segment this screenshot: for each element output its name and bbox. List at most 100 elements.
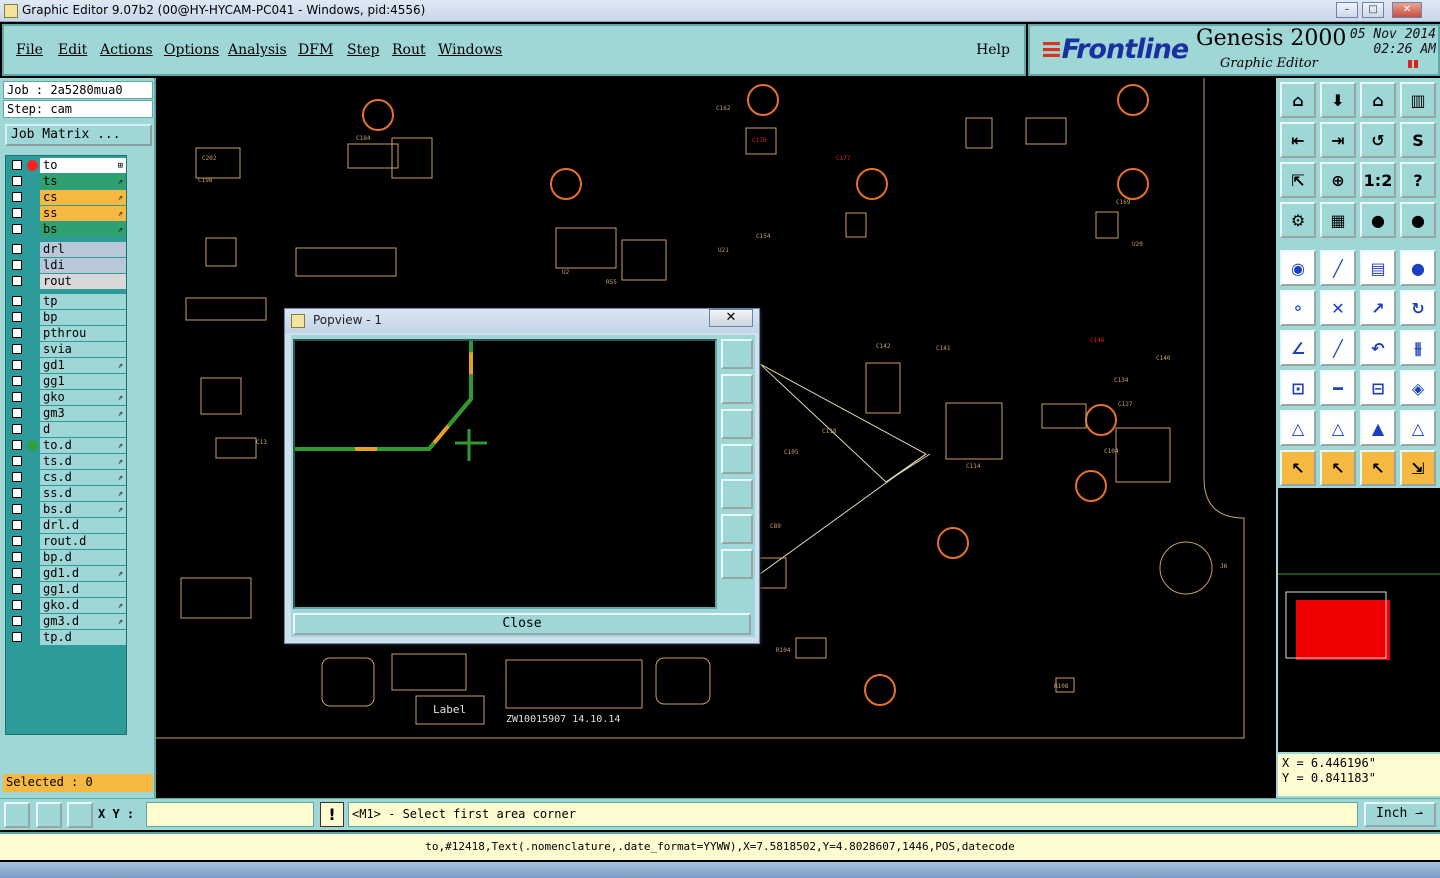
layer-row-drl[interactable]: drl	[9, 242, 126, 257]
popview-zoom-out-icon[interactable]	[721, 549, 753, 579]
layer-name[interactable]: gko ⇗	[40, 390, 126, 405]
scale-icon[interactable]: 1:2	[1360, 162, 1396, 198]
menu-windows[interactable]: Windows	[438, 42, 502, 58]
maximize-button[interactable]: □	[1362, 2, 1384, 18]
layer-name[interactable]: bp	[40, 310, 126, 325]
s-curve-icon[interactable]: S	[1400, 122, 1436, 158]
layer-row-bp-d[interactable]: bp.d	[9, 550, 126, 565]
select-box-icon[interactable]: ↖	[1320, 450, 1356, 486]
menu-edit[interactable]: Edit	[58, 42, 87, 58]
layer-row-tp-d[interactable]: tp.d	[9, 630, 126, 645]
layer-row-gm3-d[interactable]: gm3.d ⇗	[9, 614, 126, 629]
layer-row-cs-d[interactable]: cs.d ⇗	[9, 470, 126, 485]
select-circle-icon[interactable]: ↖	[1360, 450, 1396, 486]
popview-pan-right-icon[interactable]	[721, 479, 753, 509]
arrow-left-icon[interactable]: ⇤	[1280, 122, 1316, 158]
shapes-icon[interactable]: ◈	[1400, 370, 1436, 406]
popview-pan-left-icon[interactable]	[721, 444, 753, 474]
slash-icon[interactable]: ╱	[1320, 330, 1356, 366]
layer-checkbox[interactable]	[12, 552, 22, 562]
layer-checkbox[interactable]	[12, 208, 22, 218]
layer-row-cs[interactable]: cs ⇗	[9, 190, 126, 205]
menu-dfm[interactable]: DFM	[298, 42, 333, 58]
overview-svg[interactable]	[1278, 488, 1440, 752]
layer-checkbox[interactable]	[12, 616, 22, 626]
measure-button[interactable]	[36, 802, 62, 828]
layer-name[interactable]: ldi	[40, 258, 126, 273]
pad-icon[interactable]: ◉	[1280, 250, 1316, 286]
menu-rout[interactable]: Rout	[392, 42, 426, 58]
angle-icon[interactable]: ∠	[1280, 330, 1316, 366]
layer-checkbox[interactable]	[12, 176, 22, 186]
layer-checkbox[interactable]	[12, 312, 22, 322]
layer-checkbox[interactable]	[12, 296, 22, 306]
layer-row-gd1[interactable]: gd1 ⇗	[9, 358, 126, 373]
connect-icon[interactable]: ⚬	[1280, 290, 1316, 326]
layer-checkbox[interactable]	[12, 584, 22, 594]
layer-checkbox[interactable]	[12, 344, 22, 354]
unit-selector[interactable]: Inch ⇀	[1364, 802, 1436, 827]
layer-name[interactable]: cs.d ⇗	[40, 470, 126, 485]
center-icon[interactable]: ⊕	[1320, 162, 1356, 198]
layer-row-d[interactable]: d	[9, 422, 126, 437]
layer-row-rout[interactable]: rout	[9, 274, 126, 289]
layer-name[interactable]: bs ⇗	[40, 222, 126, 237]
window-icon[interactable]: ▥	[1400, 82, 1436, 118]
layer-name[interactable]: tp.d	[40, 630, 126, 645]
layer-row-rout-d[interactable]: rout.d	[9, 534, 126, 549]
layer-row-tp[interactable]: tp	[9, 294, 126, 309]
layer-name[interactable]: rout	[40, 274, 126, 289]
popview-titlebar[interactable]: Popview - 1 ✕	[285, 309, 759, 333]
layer-name[interactable]: gm3 ⇗	[40, 406, 126, 421]
home-icon[interactable]: ⌂	[1280, 82, 1316, 118]
split-icon[interactable]: ⫵	[1400, 330, 1436, 366]
layer-name[interactable]: tp	[40, 294, 126, 309]
layer-row-svia[interactable]: svia	[9, 342, 126, 357]
layer-name[interactable]: bs.d ⇗	[40, 502, 126, 517]
layer-name[interactable]: ss ⇗	[40, 206, 126, 221]
layer-colors-icon[interactable]: ●	[1360, 202, 1396, 238]
layer-name[interactable]: svia	[40, 342, 126, 357]
triangle-icon[interactable]: △	[1280, 410, 1316, 446]
snap-icon[interactable]: ⊡	[1280, 370, 1316, 406]
layer-checkbox[interactable]	[12, 472, 22, 482]
layer-name[interactable]: gg1.d	[40, 582, 126, 597]
layer-row-ldi[interactable]: ldi	[9, 258, 126, 273]
layer-row-gko[interactable]: gko ⇗	[9, 390, 126, 405]
layer-row-ss[interactable]: ss ⇗	[9, 206, 126, 221]
layer-row-ss-d[interactable]: ss.d ⇗	[9, 486, 126, 501]
grid-button[interactable]	[67, 802, 93, 828]
circle-fill-icon[interactable]: ●	[1400, 250, 1436, 286]
layer-row-ts-d[interactable]: ts.d ⇗	[9, 454, 126, 469]
menu-help[interactable]: Help	[976, 42, 1010, 58]
layer-row-gg1[interactable]: gg1	[9, 374, 126, 389]
layer-row-pthrou[interactable]: pthrou	[9, 326, 126, 341]
xy-input[interactable]	[146, 802, 314, 827]
flip-icon[interactable]: ↺	[1360, 122, 1396, 158]
layer-checkbox[interactable]	[12, 600, 22, 610]
layer-name[interactable]: d	[40, 422, 126, 437]
layer-name[interactable]: ss.d ⇗	[40, 486, 126, 501]
select-net-icon[interactable]: ⇲	[1400, 450, 1436, 486]
layer-row-bs-d[interactable]: bs.d ⇗	[9, 502, 126, 517]
layer-name[interactable]: bp.d	[40, 550, 126, 565]
layer-row-to-d[interactable]: to.d ⇗	[9, 438, 126, 453]
popview-pan-down-icon[interactable]	[721, 409, 753, 439]
layer-name[interactable]: to.d ⇗	[40, 438, 126, 453]
layer-checkbox[interactable]	[12, 376, 22, 386]
popview-pan-up-icon[interactable]	[721, 374, 753, 404]
layer-name[interactable]: rout.d	[40, 534, 126, 549]
popview-svg[interactable]	[295, 341, 715, 607]
layer-row-drl-d[interactable]: drl.d	[9, 518, 126, 533]
layer-row-to[interactable]: to ⊞	[9, 158, 126, 173]
layer-checkbox[interactable]	[12, 440, 22, 450]
layer-checkbox[interactable]	[12, 244, 22, 254]
arrow-right-icon[interactable]: ⇥	[1320, 122, 1356, 158]
layer-checkbox[interactable]	[12, 392, 22, 402]
layer-name[interactable]: gm3.d ⇗	[40, 614, 126, 629]
overview-map[interactable]	[1278, 488, 1440, 752]
window-close-button[interactable]: ✕	[1392, 2, 1422, 18]
layer-name[interactable]: drl.d	[40, 518, 126, 533]
layer-name[interactable]: drl	[40, 242, 126, 257]
layer-checkbox[interactable]	[12, 276, 22, 286]
